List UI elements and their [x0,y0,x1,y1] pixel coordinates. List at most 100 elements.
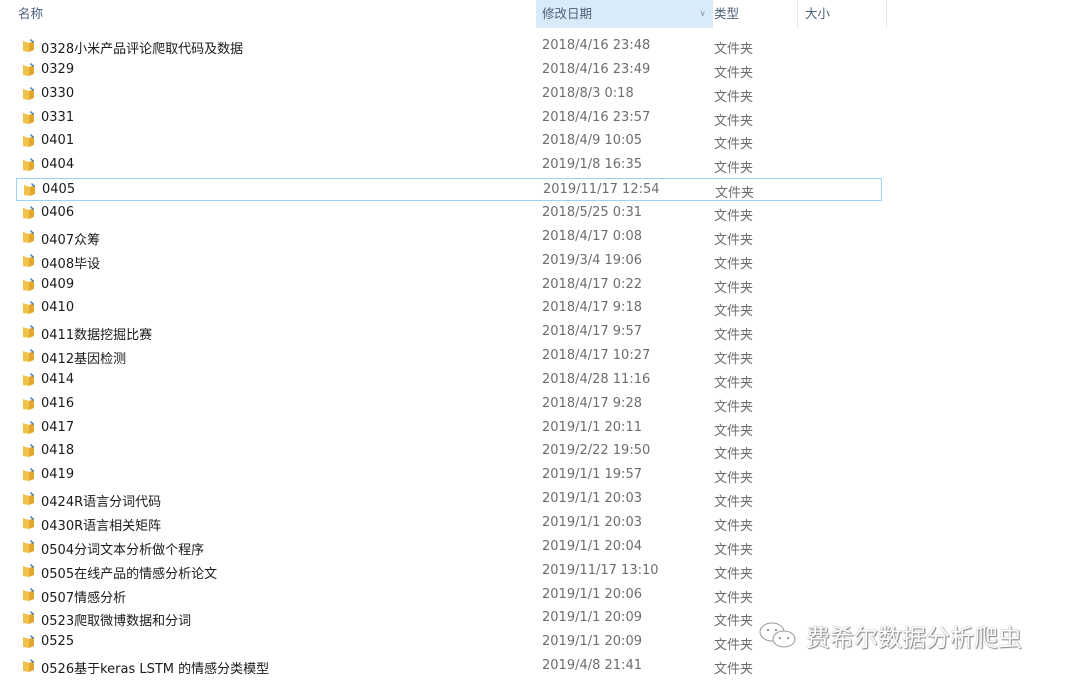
folder-row[interactable]: 0417 2019/1/1 20:11 文件夹 [16,417,882,440]
file-type: 文件夹 [714,352,754,368]
folder-row[interactable]: 0401 2018/4/9 10:05 文件夹 [16,130,882,153]
file-type: 文件夹 [714,232,754,248]
folder-icon [23,205,34,219]
folder-row[interactable]: 0523爬取微博数据和分词 2019/1/1 20:09 文件夹 [16,607,882,630]
column-divider[interactable] [712,0,713,28]
file-type: 文件夹 [714,471,754,487]
file-type: 文件夹 [714,399,754,415]
folder-row[interactable]: 0419 2019/1/1 19:57 文件夹 [16,464,882,487]
folder-icon [23,86,34,100]
folder-name: 0328小米产品评论爬取代码及数据 [41,42,244,57]
folder-name: 0504分词文本分析做个程序 [41,542,205,558]
folder-icon [23,158,34,172]
folder-row[interactable]: 0416 2018/4/17 9:28 文件夹 [16,393,882,416]
modified-date: 2019/11/17 12:54 [543,182,660,198]
column-size-header[interactable]: 大小 [805,0,830,28]
column-date-label: 修改日期 [542,6,593,21]
folder-icon [23,635,34,649]
file-type: 文件夹 [714,65,754,81]
chevron-down-icon[interactable]: ∨ [699,0,706,28]
folder-icon [23,468,34,482]
folder-row[interactable]: 0526基于keras LSTM 的情感分类模型 2019/4/8 21:41 … [16,655,882,678]
folder-row[interactable]: 0414 2018/4/28 11:16 文件夹 [16,369,882,392]
folder-row[interactable]: 0404 2019/1/8 16:35 文件夹 [16,154,882,177]
folder-row[interactable]: 0405 2019/11/17 12:54 文件夹 [16,178,882,202]
folder-name: 0505在线产品的情感分析论文 [41,566,218,582]
folder-row[interactable]: 0424R语言分词代码 2019/1/1 20:03 文件夹 [16,488,882,511]
folder-icon [23,516,34,529]
modified-date: 2018/4/16 23:48 [542,38,651,53]
modified-date: 2018/4/16 23:57 [542,109,651,125]
folder-icon [23,39,34,52]
folder-row[interactable]: 0406 2018/5/25 0:31 文件夹 [16,202,882,225]
folder-row[interactable]: 0525 2019/1/1 20:09 文件夹 [16,631,882,654]
watermark-text: 费希尔数据分析爬虫 [806,624,1022,652]
folder-name: 0424R语言分词代码 [41,495,162,511]
folder-icon [23,110,34,124]
folder-icon [23,420,34,434]
folder-row[interactable]: 0430R语言相关矩阵 2019/1/1 20:03 文件夹 [16,512,882,535]
file-type: 文件夹 [714,566,754,582]
folder-row[interactable]: 0407众筹 2018/4/17 0:08 文件夹 [16,226,882,249]
folder-row[interactable]: 0504分词文本分析做个程序 2019/1/1 20:04 文件夹 [16,536,882,559]
folder-row[interactable]: 0418 2019/2/22 19:50 文件夹 [16,440,882,463]
watermark: 费希尔数据分析爬虫 [758,618,1022,653]
folder-row[interactable]: 0329 2018/4/16 23:49 文件夹 [16,59,882,82]
column-divider[interactable] [886,0,887,28]
folder-row[interactable]: 0409 2018/4/17 0:22 文件夹 [16,274,882,297]
folder-row[interactable]: 0331 2018/4/16 23:57 文件夹 [16,107,882,130]
modified-date: 2019/1/1 20:09 [542,610,642,626]
folder-name: 0525 [41,634,75,650]
folder-icon [23,492,34,506]
folder-row[interactable]: 0505在线产品的情感分析论文 2019/11/17 13:10 文件夹 [16,560,882,583]
folder-icon [23,229,34,243]
folder-icon [23,62,34,76]
folder-icon [23,396,34,410]
file-type: 文件夹 [714,662,754,678]
column-type-header[interactable]: 类型 [714,0,739,28]
column-divider[interactable] [797,0,798,28]
folder-icon [23,277,34,291]
folder-name: 0405 [42,182,76,198]
column-name-header[interactable]: 名称 [18,0,43,28]
modified-date: 2019/1/1 20:04 [542,538,642,554]
folder-name: 0430R语言相关矩阵 [41,519,162,534]
folder-name: 0329 [41,61,75,77]
folder-row[interactable]: 0412基因检测 2018/4/17 10:27 文件夹 [16,345,882,368]
folder-icon [23,134,34,148]
wechat-icon [759,622,796,647]
folder-name: 0418 [41,443,75,459]
file-type: 文件夹 [714,137,754,153]
modified-date: 2019/1/1 20:06 [542,586,642,602]
folder-row[interactable]: 0330 2018/8/3 0:18 文件夹 [16,83,882,106]
modified-date: 2018/4/17 0:22 [542,276,642,292]
file-type: 文件夹 [714,256,754,272]
column-header: 名称 ^ 修改日期 ∨ 类型 大小 [0,0,887,28]
modified-date: 2019/1/8 16:35 [542,157,642,173]
column-date-header[interactable]: 修改日期 ∨ [536,0,712,28]
folder-row[interactable]: 0328小米产品评论爬取代码及数据 2018/4/16 23:48 文件夹 [16,35,882,58]
folder-row[interactable]: 0411数据挖掘比赛 2018/4/17 9:57 文件夹 [16,321,882,344]
folder-row[interactable]: 0507情感分析 2019/1/1 20:06 文件夹 [16,584,882,607]
file-type: 文件夹 [714,590,754,606]
folder-row[interactable]: 0410 2018/4/17 9:18 文件夹 [16,297,882,320]
file-type: 文件夹 [714,208,754,224]
modified-date: 2018/4/17 9:18 [542,300,642,316]
file-type: 文件夹 [714,495,754,511]
modified-date: 2018/4/16 23:49 [542,61,651,77]
file-type: 文件夹 [714,638,754,654]
folder-icon [23,325,34,339]
modified-date: 2019/1/1 20:11 [542,419,642,435]
folder-icon [23,444,34,458]
modified-date: 2018/4/17 10:27 [542,348,651,364]
modified-date: 2019/1/1 20:03 [542,515,642,530]
folder-name: 0414 [41,371,75,387]
folder-icon [23,563,34,577]
file-type: 文件夹 [714,423,754,439]
file-type: 文件夹 [714,375,754,391]
file-type: 文件夹 [714,42,754,57]
folder-icon [23,372,34,386]
folder-name: 0507情感分析 [41,590,127,606]
folder-row[interactable]: 0408毕设 2019/3/4 19:06 文件夹 [16,250,882,273]
file-type: 文件夹 [715,186,755,202]
